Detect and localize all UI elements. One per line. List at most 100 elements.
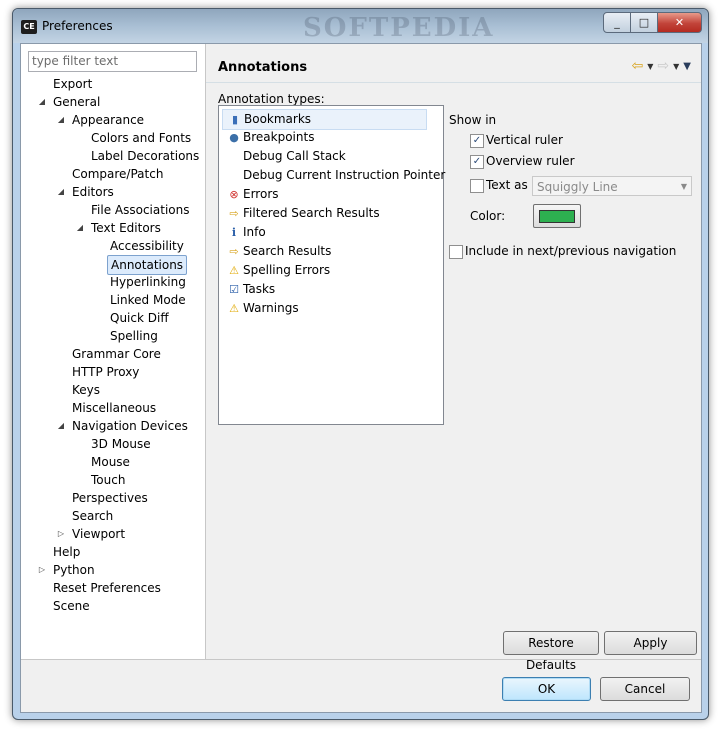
annotation-type-label: Filtered Search Results <box>243 206 380 220</box>
annotation-type-label: Spelling Errors <box>243 263 331 277</box>
annotation-type-item[interactable]: ⚠ Warnings <box>227 299 299 318</box>
apply-button[interactable]: Apply <box>604 631 697 655</box>
overview-ruler-checkbox[interactable]: ✓ <box>470 155 484 169</box>
tree-item-label: Annotations <box>107 255 188 275</box>
preferences-window: CE Preferences SOFTPEDIA _ □ ✕ type filt… <box>12 8 709 720</box>
color-label: Color: <box>470 209 506 223</box>
preference-tree-pane: type filter text Export ◢ General ◢ Appearan… <box>21 44 206 659</box>
annotation-type-item[interactable]: ▮ Bookmarks <box>222 109 427 130</box>
window-title: Preferences <box>42 19 113 33</box>
tree-item-label: Export <box>53 77 93 91</box>
minimize-icon: _ <box>614 16 620 29</box>
dialog-body: type filter text Export ◢ General ◢ Appearan… <box>20 43 702 713</box>
annotation-type-item[interactable]: ☑ Tasks <box>227 280 275 299</box>
filter-input[interactable]: type filter text <box>28 51 197 72</box>
footer-separator <box>21 659 701 660</box>
annotation-type-item[interactable]: ⚠ Spelling Errors <box>227 261 330 280</box>
breakpoint-icon: ● <box>229 131 239 144</box>
tree-item-label: Scene <box>53 599 90 613</box>
tree-item-label: Grammar Core <box>72 347 161 361</box>
error-icon: ⊗ <box>229 188 239 201</box>
include-navigation-checkbox[interactable] <box>449 245 463 259</box>
text-as-label: Text as <box>486 178 528 192</box>
close-icon: ✕ <box>674 16 685 29</box>
annotation-type-label: Warnings <box>243 301 299 315</box>
tree-item-label: Help <box>53 545 81 559</box>
view-menu-icon[interactable]: ▼ <box>683 61 691 72</box>
chevron-down-icon: ▼ <box>680 182 687 191</box>
include-navigation-label: Include in next/previous navigation <box>465 244 677 258</box>
vertical-ruler-checkbox[interactable]: ✓ <box>470 134 484 148</box>
minimize-button[interactable]: _ <box>603 12 631 33</box>
annotation-type-item[interactable]: ⊗ Errors <box>227 185 278 204</box>
text-as-checkbox[interactable] <box>470 179 484 193</box>
forward-dropdown-icon[interactable]: ▼ <box>673 62 679 71</box>
annotation-type-item[interactable]: Debug Current Instruction Pointer <box>227 166 445 185</box>
title-bar[interactable]: CE Preferences SOFTPEDIA _ □ ✕ <box>13 9 708 43</box>
tree-item-label: Linked Mode <box>110 293 186 307</box>
maximize-button[interactable]: □ <box>630 12 658 33</box>
color-picker-button[interactable] <box>533 204 581 228</box>
tree-item-label: Keys <box>72 383 101 397</box>
collapse-icon[interactable]: ◢ <box>56 111 66 129</box>
collapse-icon[interactable]: ◢ <box>56 183 66 201</box>
collapse-icon[interactable]: ◢ <box>37 93 47 111</box>
preference-page: Annotations ⇦ ▼ ⇨ ▼ ▼ Annotation types: … <box>206 44 701 672</box>
back-dropdown-icon[interactable]: ▼ <box>647 62 653 71</box>
annotation-type-label: Bookmarks <box>244 112 312 126</box>
tree-item-label: Miscellaneous <box>72 401 157 415</box>
info-icon: i <box>231 226 237 239</box>
task-icon: ☑ <box>229 283 239 296</box>
forward-arrow-icon[interactable]: ⇨ <box>657 58 669 74</box>
annotation-type-item[interactable]: i Info <box>227 223 266 242</box>
close-button[interactable]: ✕ <box>657 12 702 33</box>
tree-item-label: Compare/Patch <box>72 167 164 181</box>
annotation-type-item[interactable]: ⇨ Filtered Search Results <box>227 204 380 223</box>
annotation-type-label: Debug Call Stack <box>243 149 346 163</box>
annotation-type-item[interactable]: ● Breakpoints <box>227 128 314 147</box>
bookmark-icon: ▮ <box>231 113 239 126</box>
tree-item-label: Viewport <box>72 527 126 541</box>
tree-item-label: Spelling <box>110 329 158 343</box>
tree-item-label: 3D Mouse <box>91 437 151 451</box>
ok-button[interactable]: OK <box>502 677 591 701</box>
tree-item-label: Search <box>72 509 114 523</box>
app-icon: CE <box>21 20 37 34</box>
tree-item-label: Mouse <box>91 455 130 469</box>
tree-item-label: Python <box>53 563 95 577</box>
maximize-icon: □ <box>638 16 650 29</box>
tree-item-label: General <box>53 95 101 109</box>
page-navigation: ⇦ ▼ ⇨ ▼ ▼ <box>632 58 691 74</box>
show-in-label: Show in <box>449 113 497 127</box>
annotation-type-item[interactable]: Debug Call Stack <box>227 147 346 166</box>
watermark: SOFTPEDIA <box>303 13 495 43</box>
expand-icon[interactable]: ▷ <box>37 561 47 579</box>
expand-icon[interactable]: ▷ <box>56 525 66 543</box>
collapse-icon[interactable]: ◢ <box>56 417 66 435</box>
collapse-icon[interactable]: ◢ <box>75 219 85 237</box>
annotation-types-list[interactable]: ▮ Bookmarks ● Breakpoints Debug Call Stack De… <box>218 105 445 425</box>
annotation-type-label: Breakpoints <box>243 130 315 144</box>
annotation-type-label: Tasks <box>243 282 276 296</box>
annotation-type-item[interactable]: ⇨ Search Results <box>227 242 331 261</box>
restore-defaults-button[interactable]: Restore Defaults <box>503 631 599 672</box>
text-style-select[interactable]: Squiggly Line ▼ <box>532 176 692 196</box>
cancel-button[interactable]: Cancel <box>600 677 690 701</box>
back-arrow-icon[interactable]: ⇦ <box>632 58 644 74</box>
warning-icon: ⚠ <box>229 264 239 277</box>
tree-item-label: Quick Diff <box>110 311 169 325</box>
